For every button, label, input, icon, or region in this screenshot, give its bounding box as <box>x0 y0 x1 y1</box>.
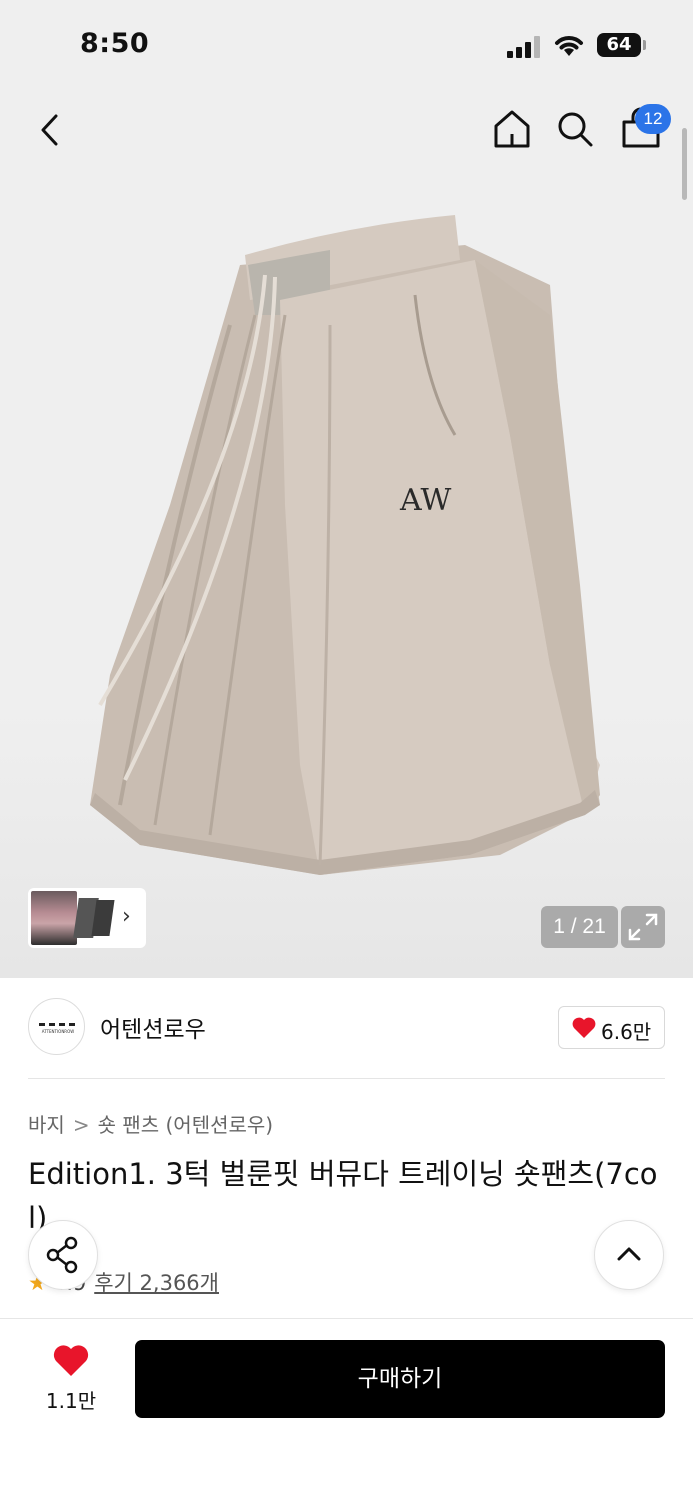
cellular-signal-icon <box>507 36 541 58</box>
buy-button[interactable]: 구매하기 <box>135 1340 665 1418</box>
product-title: Edition1. 3턱 벌룬핏 버뮤다 트레이닝 숏팬츠(7col) <box>28 1157 658 1235</box>
breadcrumb-category[interactable]: 바지 <box>28 1113 65 1137</box>
divider <box>28 1078 665 1079</box>
wifi-icon <box>555 36 583 56</box>
battery-tip <box>643 40 646 50</box>
battery-indicator: 64 <box>597 33 641 57</box>
expand-button[interactable] <box>621 906 665 948</box>
image-counter: 1 / 21 <box>541 906 618 948</box>
chevron-right-icon[interactable]: › <box>122 904 131 929</box>
brand-name[interactable]: 어텐션로우 <box>100 1010 206 1044</box>
share-icon <box>46 1236 78 1274</box>
brand-logo-text: ATTENTIONROW <box>41 1029 75 1034</box>
back-icon[interactable] <box>34 110 66 150</box>
brand-logo[interactable]: ATTENTIONROW <box>28 998 85 1055</box>
brand-logo-mark <box>39 1023 75 1027</box>
svg-text:AW: AW <box>399 483 451 518</box>
thumbnail-image <box>91 900 115 936</box>
home-icon[interactable] <box>492 108 532 150</box>
wishlist-count: 1.1만 <box>45 1389 97 1413</box>
thumbnail-image[interactable] <box>31 891 77 945</box>
heart-icon <box>572 1017 596 1038</box>
share-button[interactable] <box>28 1220 98 1290</box>
status-time: 8:50 <box>80 28 150 59</box>
product-photo: AW <box>90 215 600 875</box>
scroll-to-top-button[interactable] <box>594 1220 664 1290</box>
brand-like-count: 6.6만 <box>601 1020 652 1044</box>
search-icon[interactable] <box>555 108 595 150</box>
breadcrumb-separator: > <box>72 1113 90 1137</box>
breadcrumb: 바지 > 숏 팬츠 (어텐션로우) <box>28 1109 273 1138</box>
status-bar: 8:50 64 <box>0 0 693 90</box>
chevron-up-icon <box>617 1247 641 1261</box>
breadcrumb-subcategory[interactable]: 숏 팬츠 (어텐션로우) <box>98 1113 274 1137</box>
wishlist-heart-icon[interactable] <box>52 1344 90 1378</box>
scrollbar[interactable] <box>682 128 687 200</box>
expand-icon <box>628 913 658 941</box>
cart-count-badge: 12 <box>635 104 671 134</box>
thumbnail-strip[interactable]: › <box>28 888 146 948</box>
review-link[interactable]: 후기 2,366개 <box>94 1271 219 1295</box>
brand-like-button[interactable]: 6.6만 <box>558 1006 665 1049</box>
